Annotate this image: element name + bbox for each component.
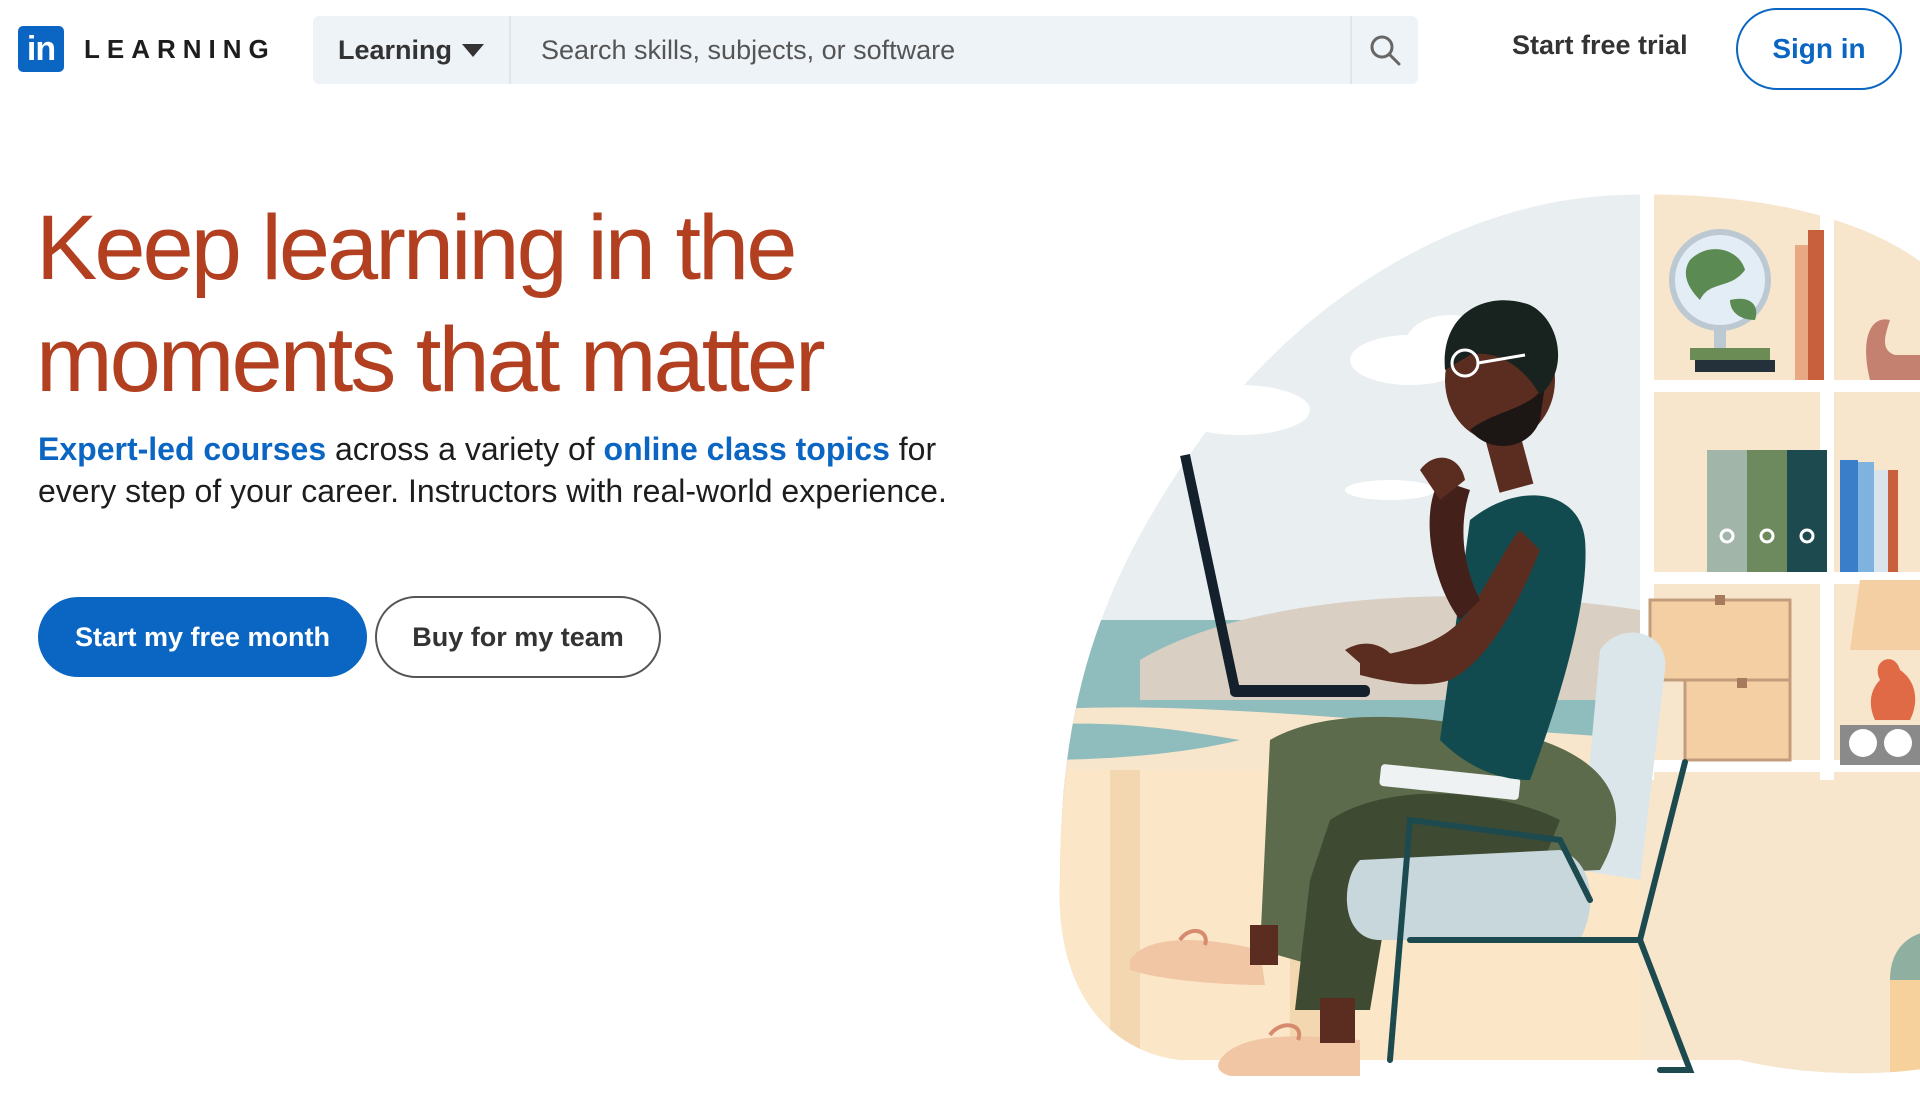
start-free-month-button[interactable]: Start my free month: [38, 597, 367, 677]
linkedin-logo-icon: in: [18, 26, 64, 72]
search-button[interactable]: [1350, 16, 1418, 84]
search-scope-label: Learning: [337, 34, 452, 65]
hero-illustration: [1059, 194, 1920, 1076]
book-row: [1707, 450, 1898, 572]
buy-for-team-button[interactable]: Buy for my team: [375, 596, 661, 678]
site-header: in LEARNING Learning Start free trial Si…: [0, 0, 1920, 100]
expert-led-courses-link[interactable]: Expert-led courses: [38, 431, 326, 467]
sign-in-button[interactable]: Sign in: [1736, 8, 1902, 90]
hero-subtitle: Expert-led courses across a variety of o…: [38, 428, 978, 512]
subtitle-text-1: across a variety of: [326, 431, 604, 467]
search-bar: Learning: [313, 16, 1418, 84]
search-input[interactable]: [511, 16, 1350, 84]
logo-wordmark: LEARNING: [84, 33, 276, 64]
start-free-trial-link[interactable]: Start free trial: [1512, 30, 1688, 61]
online-class-topics-link[interactable]: online class topics: [604, 431, 890, 467]
hero-title: Keep learning in the moments that matter: [36, 197, 826, 411]
linkedin-learning-logo[interactable]: in LEARNING: [18, 26, 276, 72]
search-icon: [1370, 35, 1401, 66]
search-scope-dropdown[interactable]: Learning: [313, 16, 511, 84]
caret-down-icon: [462, 43, 484, 57]
